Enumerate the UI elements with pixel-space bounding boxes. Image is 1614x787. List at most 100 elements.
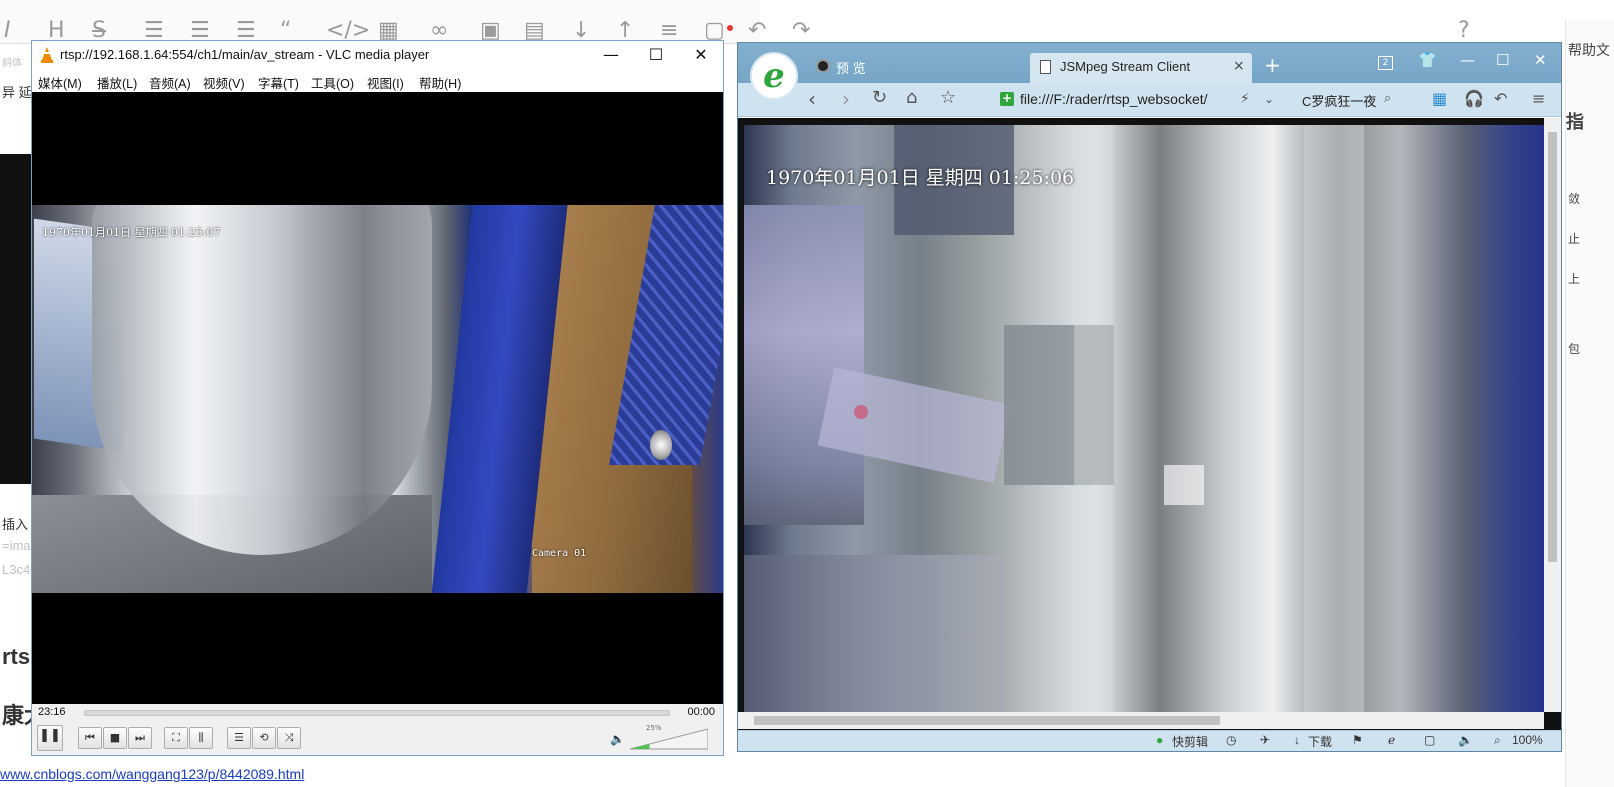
browser-logo[interactable]: e [750, 52, 798, 100]
menu-help[interactable]: 帮助(H) [419, 73, 461, 92]
vertical-scrollbar[interactable] [1544, 118, 1561, 712]
fullscreen-button[interactable]: ⛶ [164, 727, 188, 749]
reader-icon[interactable]: ⚑ [1352, 733, 1363, 747]
headset-icon[interactable]: 🎧 [1464, 89, 1484, 108]
menu-subtitle[interactable]: 字幕(T) [258, 73, 299, 92]
loop-button[interactable]: ⟲ [252, 727, 276, 749]
previous-button[interactable]: ⏮ [78, 727, 102, 749]
window-count-badge[interactable]: 2 [1378, 56, 1393, 70]
vlc-titlebar[interactable]: rtsp://192.168.1.64:554/ch1/main/av_stre… [32, 41, 723, 69]
volume-label: 25% [646, 724, 662, 732]
rocket-icon[interactable]: ✈ [1260, 733, 1270, 747]
editor-link[interactable]: www.cnblogs.com/wanggang123/p/8442089.ht… [0, 766, 400, 786]
elapsed-time: 23:16 [38, 706, 66, 718]
right-panel-char-4: 上 [1568, 272, 1581, 286]
zoom-level[interactable]: 100% [1512, 733, 1543, 747]
horizontal-scroll-thumb[interactable] [754, 716, 1220, 725]
playlist-button[interactable]: ☰ [227, 727, 251, 749]
download-arrow-icon[interactable]: ↓ [1294, 733, 1300, 747]
apps-grid-icon[interactable]: ▦ [1432, 89, 1447, 108]
tab-jsmpeg-label: JSMpeg Stream Client [1060, 59, 1191, 74]
playlist-icon: ☰ [234, 731, 244, 744]
next-button[interactable]: ⏭ [128, 727, 152, 749]
speed-icon[interactable]: ◷ [1226, 733, 1236, 747]
ie-mode-icon[interactable]: ℯ [1388, 733, 1395, 747]
address-bar[interactable]: file:///F:/rader/rtsp_websocket/ [1020, 91, 1208, 107]
tab-close-icon[interactable]: × [1233, 58, 1245, 74]
browser-minimize-button[interactable]: — [1460, 51, 1475, 69]
camera-icon [816, 59, 830, 73]
vlc-osd-camera-label: Camera 01 [532, 548, 587, 559]
maximize-button[interactable]: ☐ [633, 41, 679, 69]
loop-icon: ⟲ [259, 731, 269, 744]
search-box[interactable]: C罗疯狂一夜 [1302, 91, 1376, 110]
refresh-icon[interactable]: ↻ [872, 87, 887, 108]
vlc-menubar: 媒体(M) 播放(L) 音频(A) 视频(V) 字幕(T) 工具(O) 视图(I… [32, 69, 723, 92]
forward-icon[interactable]: › [842, 87, 850, 111]
menu-video[interactable]: 视频(V) [203, 73, 245, 92]
tab-preview[interactable]: 预 览 [810, 53, 1020, 81]
dropdown-chevron-icon[interactable]: ⌄ [1264, 92, 1274, 106]
new-tab-button[interactable]: + [1264, 53, 1281, 77]
vlc-video-frame: 1970年01月01日 星期四 01:25:07 Camera 01 [32, 205, 723, 593]
volume-slider[interactable] [630, 728, 708, 750]
italic-icon[interactable]: I [4, 18, 11, 43]
menu-view[interactable]: 视图(I) [367, 73, 404, 92]
video-block-shape [1164, 465, 1204, 505]
menu-playback[interactable]: 播放(L) [97, 73, 137, 92]
minimize-button[interactable]: — [588, 41, 634, 69]
browser-titlebar[interactable]: 预 览 JSMpeg Stream Client × + 2 👕 — ☐ ✕ [738, 43, 1561, 83]
skin-icon[interactable]: 👕 [1418, 51, 1437, 69]
fullscreen-icon: ⛶ [172, 731, 180, 744]
quick-cut-icon[interactable]: ● [1156, 733, 1163, 747]
download-label[interactable]: 下载 [1308, 733, 1332, 750]
close-button[interactable]: ✕ [678, 41, 724, 69]
help-icon[interactable]: ? [1458, 18, 1470, 43]
vertical-scroll-thumb[interactable] [1548, 132, 1557, 562]
undo-close-icon[interactable]: ↶ [1494, 89, 1507, 108]
browser-osd-timestamp: 1970年01月01日 星期四 01:25:06 [766, 167, 1075, 189]
browser-maximize-button[interactable]: ☐ [1496, 51, 1509, 69]
right-panel-char-1: 指 [1566, 112, 1584, 133]
vlc-window[interactable]: rtsp://192.168.1.64:554/ch1/main/av_stre… [31, 40, 724, 756]
jsmpeg-video-canvas[interactable]: 1970年01月01日 星期四 01:25:06 [744, 125, 1544, 712]
tab-preview-label: 预 览 [836, 61, 866, 76]
back-icon[interactable]: ‹ [808, 87, 816, 111]
page-icon [1040, 60, 1051, 74]
extended-settings-button[interactable]: ⫼ [189, 727, 213, 749]
menu-media[interactable]: 媒体(M) [38, 73, 82, 92]
lightning-icon[interactable]: ⚡ [1240, 91, 1250, 107]
seek-slider[interactable] [84, 710, 670, 716]
horizontal-scrollbar[interactable] [738, 712, 1544, 729]
stop-button[interactable]: ■ [103, 727, 127, 749]
browser-window[interactable]: 预 览 JSMpeg Stream Client × + 2 👕 — ☐ ✕ ‹… [737, 42, 1562, 752]
tab-jsmpeg[interactable]: JSMpeg Stream Client × [1030, 53, 1252, 83]
speaker-icon[interactable]: 🔈 [610, 732, 625, 746]
favorite-star-icon[interactable]: ☆ [940, 87, 956, 108]
sound-icon[interactable]: 🔈 [1458, 733, 1473, 747]
video-block-shape [1074, 125, 1114, 712]
right-panel-title: 帮助文 [1568, 43, 1610, 59]
screenshot-icon[interactable]: ▢ [1424, 733, 1435, 747]
next-icon: ⏭ [135, 731, 145, 744]
menu-tools[interactable]: 工具(O) [311, 73, 354, 92]
undo-icon[interactable]: ↶ [748, 18, 766, 43]
previous-icon: ⏮ [85, 731, 95, 744]
menu-icon[interactable]: ≡ [1532, 89, 1545, 108]
menu-audio[interactable]: 音频(A) [149, 73, 191, 92]
quick-cut-label[interactable]: 快剪辑 [1172, 733, 1208, 750]
shuffle-button[interactable]: ⤨ [277, 727, 301, 749]
pause-button[interactable]: ❚❚ [37, 725, 63, 751]
zoom-icon[interactable]: ⌕ [1494, 733, 1501, 748]
vlc-controls: ❚❚ ⏮ ■ ⏭ ⛶ ⫼ ☰ ⟲ ⤨ 🔈 25% [32, 722, 723, 755]
browser-close-button[interactable]: ✕ [1534, 51, 1547, 69]
right-panel-char-3: 止 [1568, 232, 1581, 246]
right-panel-char-5: 包 [1568, 342, 1581, 356]
home-icon[interactable]: ⌂ [906, 87, 917, 108]
browser-logo-letter: e [763, 56, 785, 96]
redo-icon[interactable]: ↷ [792, 18, 810, 43]
right-panel-char-2: 敛 [1568, 192, 1581, 206]
search-icon[interactable]: ⌕ [1384, 91, 1391, 106]
browser-navbar: ‹ › ↻ ⌂ ☆ + file:///F:/rader/rtsp_websoc… [738, 83, 1561, 117]
vlc-video-area[interactable]: 1970年01月01日 星期四 01:25:07 Camera 01 [32, 92, 723, 704]
